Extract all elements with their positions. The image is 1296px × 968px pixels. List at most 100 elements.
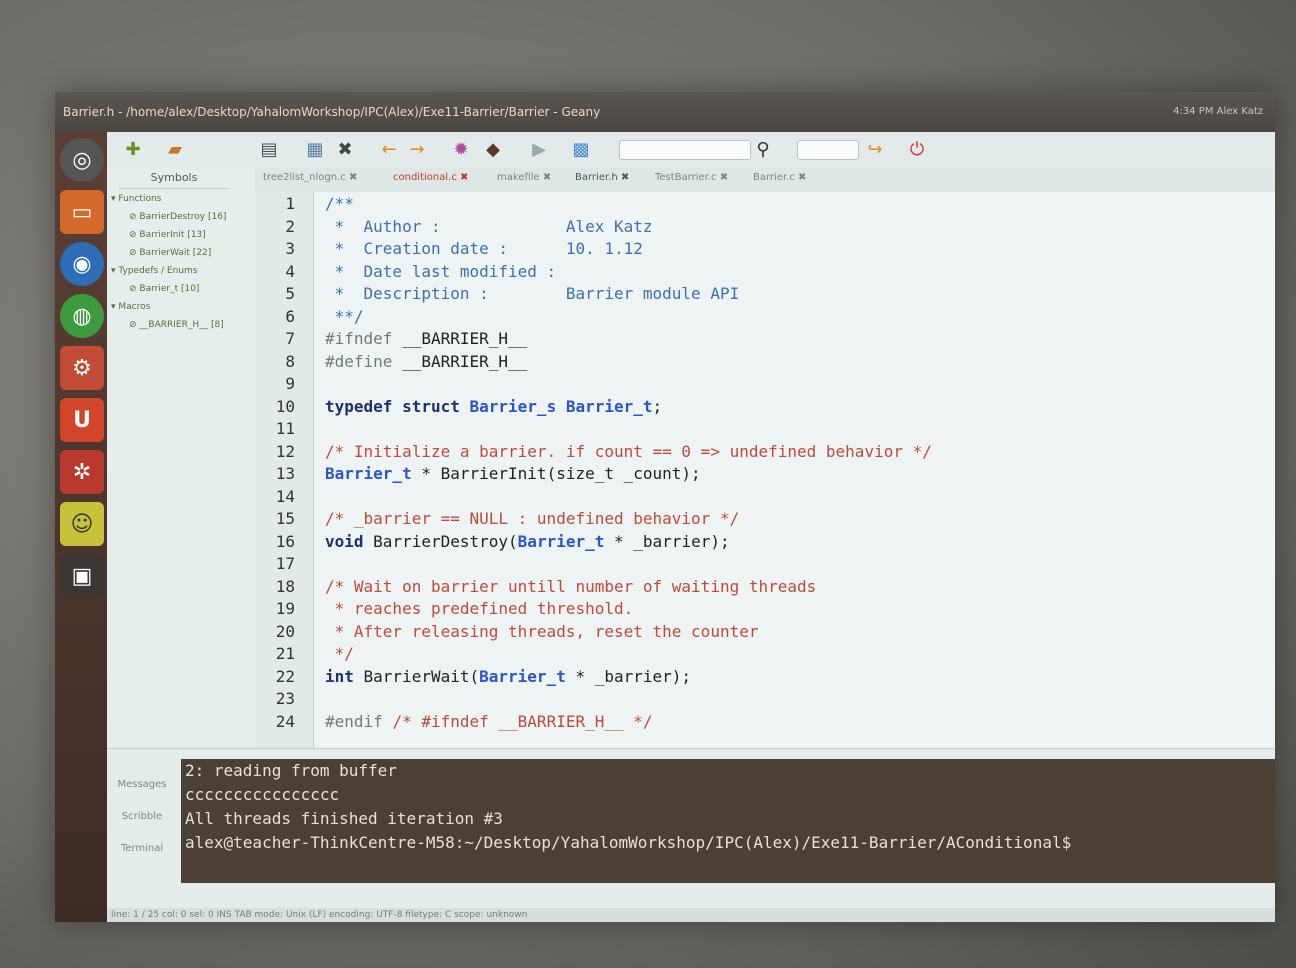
ubuntu-one-icon[interactable]: U — [60, 398, 104, 442]
code-line: Barrier_t * BarrierInit(size_t _count); — [325, 464, 701, 483]
code-editor[interactable]: 1 2 3 4 5 6 7 8 9 10 11 12 13 14 15 16 17 18 19 20 21 22 23 24 … — [255, 192, 1275, 748]
code-line: typedef struct Barrier_s Barrier_t; — [325, 396, 663, 416]
code-line: **/ — [325, 306, 364, 326]
code-line: * After releasing threads, reset the cou… — [325, 621, 759, 641]
tab-tree2list[interactable]: tree2list_nlogn.c ✖ — [263, 172, 357, 183]
build-icon[interactable]: ◆ — [481, 138, 505, 162]
files-icon[interactable]: ▭ — [60, 190, 104, 234]
navigate-back-icon[interactable]: ← — [377, 138, 401, 162]
line-number: 13 — [275, 464, 295, 483]
symbol-group-macros[interactable]: ▾ Macros — [111, 302, 150, 312]
terminal-prompt: alex@teacher-ThinkCentre-M58:~/Desktop/Y… — [185, 833, 1072, 852]
tab-testbarrier[interactable]: TestBarrier.c ✖ — [655, 172, 728, 183]
terminal-app-icon[interactable]: ▣ — [60, 554, 104, 598]
run-icon[interactable]: ▶ — [527, 138, 551, 162]
line-number: 2 — [285, 216, 295, 236]
code-line: * Author : Alex Katz — [325, 216, 653, 236]
line-number: 19 — [275, 599, 295, 618]
status-bar: line: 1 / 25 col: 0 sel: 0 INS TAB mode:… — [107, 908, 1275, 922]
navigate-forward-icon[interactable]: → — [405, 138, 429, 162]
tab-conditional[interactable]: conditional.c ✖ — [393, 172, 468, 183]
code-line: #define __BARRIER_H__ — [325, 351, 528, 371]
line-number: 4 — [285, 261, 295, 281]
symbol-item[interactable]: ⊘ BarrierWait [22] — [129, 248, 211, 258]
system-settings-icon[interactable]: ✲ — [60, 450, 104, 494]
code-line: /* Initialize a barrier. if count == 0 =… — [325, 441, 932, 461]
code-line: * Date last modified : — [325, 261, 557, 281]
chrome-icon[interactable]: ◍ — [60, 294, 104, 338]
save-all-icon[interactable]: ▤ — [257, 138, 281, 162]
symbol-item[interactable]: ⊘ BarrierInit [13] — [129, 230, 206, 240]
search-icon[interactable]: ⚲ — [751, 138, 775, 162]
code-line: * Description : Barrier module API — [325, 284, 740, 303]
main-toolbar: ✚ ▰ ▤ ▦ ✖ ← → ✹ ◆ ▶ ▩ ⚲ ↪ ⏻ — [107, 132, 1275, 169]
line-number: 16 — [275, 531, 295, 551]
line-number: 20 — [275, 621, 295, 641]
line-number: 5 — [285, 284, 295, 303]
dash-home-icon[interactable]: ◎ — [60, 138, 104, 182]
code-line: */ — [325, 644, 354, 663]
line-number: 22 — [275, 666, 295, 686]
unity-launcher: ◎ ▭ ◉ ◍ ⚙ U ✲ ☺ ▣ — [55, 132, 107, 922]
window-titlebar: Barrier.h - /home/alex/Desktop/YahalomWo… — [55, 92, 1275, 132]
tab-terminal[interactable]: Terminal — [107, 843, 177, 854]
window-title: Barrier.h - /home/alex/Desktop/YahalomWo… — [63, 105, 601, 119]
symbols-tab[interactable]: Symbols — [119, 168, 229, 189]
symbol-item[interactable]: ⊘ __BARRIER_H__ [8] — [129, 320, 224, 330]
tab-makefile[interactable]: makefile ✖ — [497, 172, 551, 183]
tab-barrier-h[interactable]: Barrier.h ✖ — [575, 172, 629, 183]
revert-icon[interactable]: ▦ — [303, 138, 327, 162]
terminal-line: 2: reading from buffer — [185, 761, 397, 780]
terminal-line: cccccccccccccccc — [185, 785, 340, 804]
settings-app-icon[interactable]: ⚙ — [60, 346, 104, 390]
quit-icon[interactable]: ⏻ — [905, 138, 929, 162]
line-number: 23 — [275, 689, 295, 708]
terminal-output[interactable]: 2: reading from buffer cccccccccccccccc … — [181, 759, 1275, 883]
color-chooser-icon[interactable]: ▩ — [569, 138, 593, 162]
document-tabs: tree2list_nlogn.c ✖ conditional.c ✖ make… — [255, 168, 1275, 193]
line-number: 3 — [285, 239, 295, 258]
code-line: /** — [325, 194, 354, 213]
symbol-item[interactable]: ⊘ BarrierDestroy [16] — [129, 212, 226, 222]
symbol-group-functions[interactable]: ▾ Functions — [111, 194, 161, 204]
search-input[interactable] — [619, 140, 751, 160]
tab-messages[interactable]: Messages — [107, 779, 177, 790]
line-number: 6 — [285, 306, 295, 326]
line-number: 1 — [285, 194, 295, 213]
new-file-icon[interactable]: ✚ — [121, 138, 145, 162]
line-number: 18 — [275, 576, 295, 596]
line-number: 21 — [275, 644, 295, 663]
system-indicators[interactable]: 4:34 PM Alex Katz — [1173, 92, 1263, 132]
code-line: /* Wait on barrier untill number of wait… — [325, 576, 817, 596]
code-line: #ifndef __BARRIER_H__ — [325, 329, 528, 348]
firefox-icon[interactable]: ◉ — [60, 242, 104, 286]
tab-scribble[interactable]: Scribble — [107, 811, 177, 822]
code-line: * reaches predefined threshold. — [325, 599, 634, 618]
symbol-item[interactable]: ⊘ Barrier_t [10] — [129, 284, 199, 294]
compile-icon[interactable]: ✹ — [449, 138, 473, 162]
open-file-icon[interactable]: ▰ — [163, 138, 187, 162]
line-number: 17 — [275, 554, 295, 573]
line-number: 12 — [275, 441, 295, 461]
message-window: Messages Scribble Terminal 2: reading fr… — [107, 748, 1275, 909]
symbols-sidebar: Symbols ▾ Functions ⊘ BarrierDestroy [16… — [107, 168, 256, 748]
line-number: 9 — [285, 374, 295, 393]
tab-barrier-c[interactable]: Barrier.c ✖ — [753, 172, 806, 183]
line-number: 11 — [275, 419, 295, 438]
line-number: 7 — [285, 329, 295, 348]
line-number-gutter: 1 2 3 4 5 6 7 8 9 10 11 12 13 14 15 16 17 18 19 20 21 22 23 24 — [255, 192, 314, 748]
goto-line-icon[interactable]: ↪ — [863, 138, 887, 162]
code-line: int BarrierWait(Barrier_t * _barrier); — [325, 666, 692, 686]
line-number: 10 — [275, 396, 295, 416]
symbol-group-typedefs[interactable]: ▾ Typedefs / Enums — [111, 266, 197, 276]
code-line: #endif /* #ifndef __BARRIER_H__ */ — [325, 711, 653, 731]
line-number: 24 — [275, 711, 295, 731]
terminal-line: All threads finished iteration #3 — [185, 809, 503, 828]
projected-screen: Barrier.h - /home/alex/Desktop/YahalomWo… — [55, 92, 1275, 922]
geany-icon[interactable]: ☺ — [60, 502, 104, 546]
close-file-icon[interactable]: ✖ — [333, 138, 357, 162]
line-number: 14 — [275, 486, 295, 506]
goto-line-input[interactable] — [797, 140, 859, 160]
code-line: void BarrierDestroy(Barrier_t * _barrier… — [325, 531, 730, 551]
code-line: /* _barrier == NULL : undefined behavior… — [325, 509, 740, 528]
